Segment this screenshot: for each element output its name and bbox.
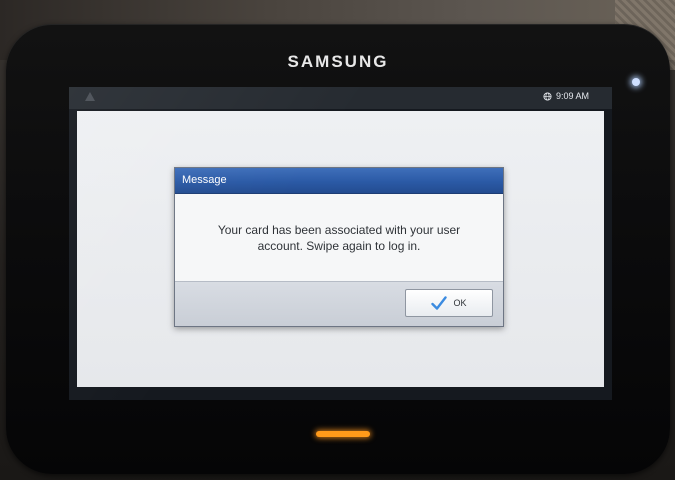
status-bar: 9:09 AM xyxy=(69,87,612,109)
status-time: 9:09 AM xyxy=(555,91,589,101)
check-icon xyxy=(431,296,448,310)
status-bar-right: 9:09 AM xyxy=(543,91,589,101)
dialog-message: Your card has been associated with your … xyxy=(217,223,461,253)
front-camera-light xyxy=(632,78,640,86)
device-brand-logo: SAMSUNG xyxy=(287,52,389,71)
ok-button[interactable]: OK xyxy=(405,289,493,317)
dialog-footer: OK xyxy=(175,281,503,326)
ok-button-label: OK xyxy=(453,298,467,308)
message-dialog: Message Your card has been associated wi… xyxy=(174,167,504,327)
dialog-title: Message xyxy=(175,168,503,194)
tablet-screen: 9:09 AM Message Your card has been assoc… xyxy=(69,87,612,400)
globe-icon xyxy=(543,91,552,101)
app-content: Message Your card has been associated wi… xyxy=(77,111,604,387)
photo-scene: SAMSUNG 9:09 AM Message Your card has be… xyxy=(0,0,675,480)
warning-icon xyxy=(85,92,95,101)
home-button-light[interactable] xyxy=(316,431,370,437)
